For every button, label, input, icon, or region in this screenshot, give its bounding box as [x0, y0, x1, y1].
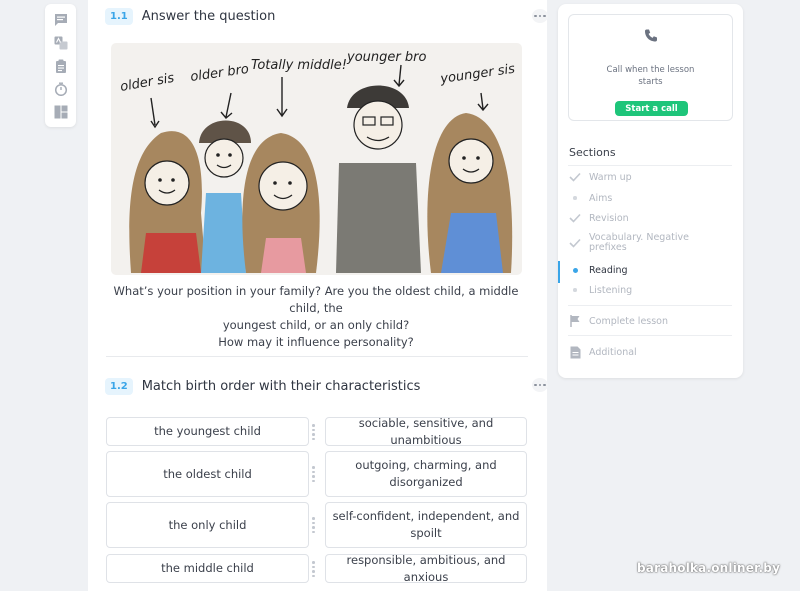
sections-heading: Sections	[569, 146, 616, 159]
tool-sidebar	[45, 4, 76, 127]
layout-icon	[54, 105, 67, 118]
section-2-header: 1.2 Match birth order with their charact…	[105, 378, 420, 395]
question-line: What’s your position in your family? Are…	[113, 284, 519, 315]
check-icon	[569, 172, 581, 182]
section-item-label: Listening	[589, 284, 633, 296]
additional-label: Additional	[589, 346, 637, 358]
drag-handle-icon[interactable]	[312, 517, 316, 533]
section-1-more-button[interactable]	[532, 9, 548, 23]
drag-handle-icon[interactable]	[312, 466, 316, 482]
chat-icon	[54, 13, 67, 26]
question-line: youngest child, or an only child?	[222, 318, 410, 332]
match-right-item[interactable]: self-confident, independent, and spoilt	[325, 502, 527, 548]
section-item-listening[interactable]: Listening	[568, 283, 733, 297]
translate-icon	[54, 36, 67, 49]
older-sister-figure	[129, 131, 206, 273]
section-item-revision[interactable]: Revision	[568, 211, 733, 225]
dot-icon	[538, 383, 542, 387]
section-item-label: Vocabulary. Negative prefixes	[589, 232, 689, 253]
divider	[568, 305, 732, 306]
complete-lesson-label: Complete lesson	[589, 315, 669, 327]
picture-label: younger sis	[438, 62, 516, 87]
middle-child-figure	[242, 133, 320, 273]
section-item-aims[interactable]: Aims	[568, 191, 733, 205]
check-icon	[569, 213, 581, 223]
section-item-label: Revision	[589, 212, 629, 224]
dot-icon	[534, 14, 537, 18]
divider	[568, 165, 732, 166]
section-item-label: Reading	[589, 264, 628, 276]
call-hint: Call when the lesson starts	[569, 64, 732, 88]
picture-label: Totally middle!	[251, 58, 347, 73]
section-number: 1.1	[105, 8, 133, 25]
pending-dot-icon	[573, 196, 577, 200]
dot-icon	[538, 14, 542, 18]
section-title: Answer the question	[141, 9, 276, 24]
divider	[568, 335, 732, 336]
drag-handle-icon[interactable]	[312, 561, 316, 577]
document-icon	[570, 346, 580, 358]
picture-label: older sis	[119, 71, 175, 95]
section-item-label: Aims	[589, 192, 613, 204]
section-number: 1.2	[105, 378, 133, 395]
lesson-sidebar: Call when the lesson starts Start a call…	[558, 4, 743, 378]
watermark: baraholka.onliner.by	[637, 561, 781, 575]
match-left-item[interactable]: the only child	[106, 502, 309, 548]
active-dot-icon	[572, 267, 578, 273]
call-hint-line: Call when the lesson	[606, 65, 695, 75]
match-left-item[interactable]: the middle child	[106, 554, 309, 583]
active-section-indicator	[558, 261, 560, 283]
call-hint-line: starts	[638, 77, 663, 87]
match-left-item[interactable]: the oldest child	[106, 451, 309, 497]
dot-icon	[534, 383, 537, 387]
section-2-more-button[interactable]	[532, 378, 548, 392]
dot-icon	[543, 14, 546, 18]
match-right-item[interactable]: responsible, ambitious, and anxious	[325, 553, 527, 584]
check-icon	[569, 238, 581, 248]
pending-dot-icon	[573, 288, 577, 292]
section-item-vocabulary[interactable]: Vocabulary. Negative prefixes	[568, 233, 733, 253]
clipboard-icon	[55, 59, 66, 73]
additional-button[interactable]: Additional	[568, 345, 733, 359]
picture-label: younger bro	[346, 50, 426, 65]
chat-tool-button[interactable]	[52, 11, 69, 28]
section-item-reading[interactable]: Reading	[568, 263, 733, 277]
timer-tool-button[interactable]	[52, 80, 69, 97]
start-call-button[interactable]: Start a call	[615, 101, 688, 116]
complete-lesson-button[interactable]: Complete lesson	[568, 314, 733, 328]
call-box: Call when the lesson starts Start a call	[568, 14, 733, 121]
section-divider	[106, 356, 528, 357]
younger-sister-figure	[427, 113, 513, 273]
section-1-header: 1.1 Answer the question	[105, 8, 275, 25]
layout-tool-button[interactable]	[52, 103, 69, 120]
lesson-content: 1.1 Answer the question older sis older …	[88, 0, 548, 591]
discussion-question: What’s your position in your family? Are…	[98, 283, 534, 351]
section-item-label: Warm up	[589, 171, 632, 183]
match-right-item[interactable]: outgoing, charming, and disorganized	[325, 451, 527, 497]
match-right-item[interactable]: sociable, sensitive, and unambitious	[325, 416, 527, 447]
match-left-item[interactable]: the youngest child	[106, 417, 309, 446]
dot-icon	[543, 383, 546, 387]
phone-icon	[645, 29, 657, 42]
question-line: How may it influence personality?	[218, 335, 414, 349]
older-brother-figure	[199, 120, 251, 273]
section-item-warm-up[interactable]: Warm up	[568, 170, 733, 184]
section-title: Match birth order with their characteris…	[141, 379, 421, 394]
flag-icon	[569, 315, 579, 327]
family-illustration: older sis older bro Totally middle! youn…	[111, 43, 522, 275]
timer-icon	[54, 82, 67, 96]
translate-tool-button[interactable]	[52, 34, 69, 51]
younger-brother-figure	[336, 85, 421, 273]
drag-handle-icon[interactable]	[312, 424, 316, 440]
picture-label: older bro	[189, 62, 249, 85]
notes-tool-button[interactable]	[52, 57, 69, 74]
